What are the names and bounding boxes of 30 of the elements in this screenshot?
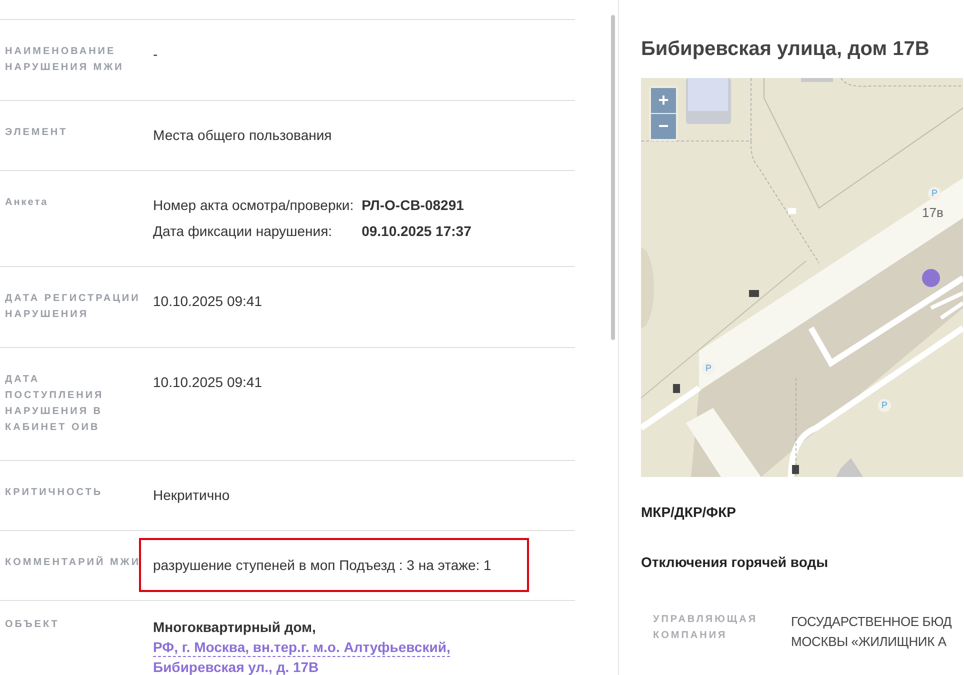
field-label: НАИМЕНОВАНИЕ НАРУШЕНИЯ МЖИ [4, 45, 125, 75]
field-value: разрушение ступеней в моп Подъезд : 3 на этаже: 1 [153, 556, 492, 575]
field-value: 10.10.2025 09:41 [153, 292, 262, 311]
company-label: УПРАВЛЯЮЩАЯ КОМПАНИЯ [653, 613, 759, 643]
field-label: ДАТА РЕГИСТРАЦИИ НАРУШЕНИЯ [4, 292, 141, 322]
zoom-out-button[interactable]: − [651, 114, 676, 139]
field-value: Места общего пользования [153, 126, 332, 145]
field-value: РЛ-О-СВ-08291 [362, 196, 465, 215]
object-type: Многоквартирный дом, [153, 618, 317, 637]
scrollbar-thumb[interactable] [611, 15, 615, 340]
company-name: МОСКВЫ «ЖИЛИЩНИК А [791, 633, 948, 651]
field-label: КОММЕНТАРИЙ МЖИ [4, 555, 141, 570]
field-name: Номер акта осмотра/проверки: [153, 196, 354, 215]
address-link[interactable]: РФ, г. Москва, вн.тер.г. м.о. Алтуфьевский, Бибиревская ул., д. 17В [153, 637, 498, 675]
zoom-in-button[interactable]: + [651, 88, 676, 113]
section-heading: МКР/ДКР/ФКР [641, 504, 738, 520]
field-label: КРИТИЧНОСТЬ [4, 486, 104, 500]
address-title: Бибиревская улица, дом 17В [641, 38, 930, 61]
field-label: ДАТА ПОСТУПЛЕНИЯ НАРУШЕНИЯ В КАБИНЕТ ОИВ [4, 373, 105, 435]
field-value: 09.10.2025 17:37 [362, 222, 472, 241]
field-label: ЭЛЕМЕНТ [4, 126, 69, 140]
field-label: Анкета [4, 196, 50, 210]
section-heading: Отключения горячей воды [641, 554, 830, 570]
field-value: Некритично [153, 486, 230, 505]
house-number-label: 17в [922, 205, 944, 220]
field-value: - [153, 45, 158, 64]
field-value: 10.10.2025 09:41 [153, 373, 262, 392]
company-name: ГОСУДАРСТВЕННОЕ БЮД [791, 613, 952, 631]
field-label: ОБЪЕКТ [4, 618, 60, 632]
field-name: Дата фиксации нарушения: [153, 222, 334, 241]
